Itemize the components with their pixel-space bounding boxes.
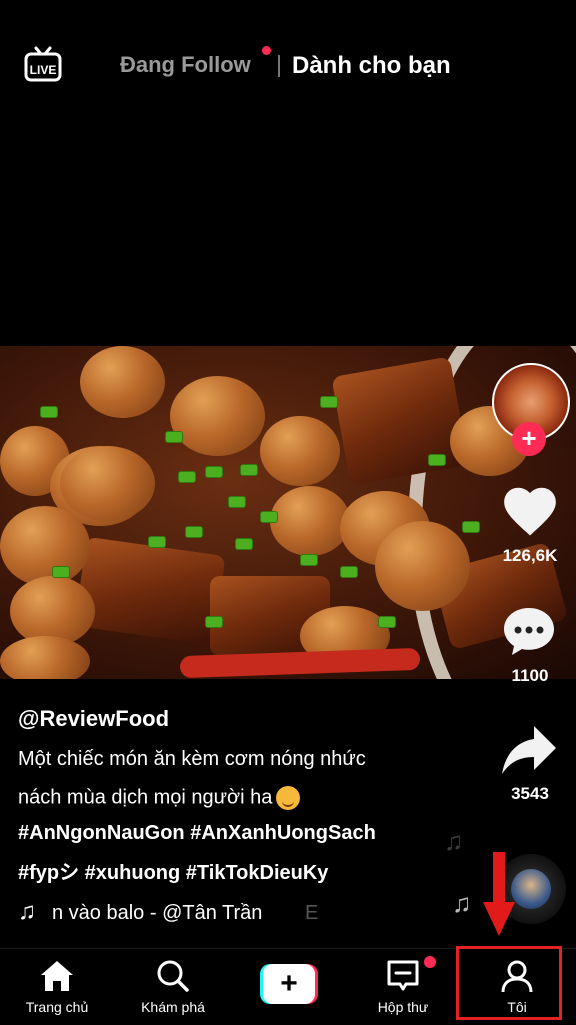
music-note-icon: ♫ bbox=[18, 898, 36, 925]
food-piece bbox=[378, 616, 396, 628]
hashtags[interactable]: #fypシ #xuhuong #TikTokDieuKy bbox=[18, 856, 328, 885]
food-piece bbox=[228, 496, 246, 508]
tab-for-you[interactable]: Dành cho bạn bbox=[292, 52, 451, 80]
food-piece bbox=[300, 554, 318, 566]
author-username[interactable]: @ReviewFood bbox=[18, 706, 169, 732]
annotation-arrow-icon bbox=[483, 902, 515, 936]
comment-count: 1100 bbox=[511, 666, 549, 685]
food-piece bbox=[170, 376, 265, 456]
food-piece bbox=[260, 511, 278, 523]
nav-discover[interactable]: Khám phá bbox=[130, 949, 216, 1025]
food-piece bbox=[235, 538, 253, 550]
live-label: LIVE bbox=[30, 63, 57, 77]
smiling-face-emoji-icon bbox=[276, 786, 301, 810]
tab-following[interactable]: Đang Follow bbox=[120, 52, 251, 78]
create-button[interactable]: + bbox=[260, 964, 318, 1004]
heart-icon[interactable] bbox=[499, 480, 561, 542]
search-icon bbox=[156, 959, 190, 998]
food-piece bbox=[205, 616, 223, 628]
caption-text-line2: nách mùa dịch mọi người ha bbox=[18, 786, 301, 810]
caption-text: Một chiếc món ăn kèm cơm nóng nhức bbox=[18, 748, 366, 770]
tab-divider bbox=[278, 55, 280, 77]
inbox-icon bbox=[386, 959, 420, 998]
food-piece bbox=[185, 526, 203, 538]
follow-button[interactable]: + bbox=[512, 422, 546, 456]
food-piece bbox=[60, 446, 155, 521]
nav-home-label: Trang chủ bbox=[25, 999, 89, 1015]
food-piece bbox=[240, 464, 258, 476]
hashtags[interactable]: #AnNgonNauGon #AnXanhUongSach bbox=[18, 822, 376, 845]
food-piece bbox=[148, 536, 166, 548]
nav-discover-label: Khám phá bbox=[141, 999, 205, 1015]
home-icon bbox=[39, 959, 75, 998]
food-piece bbox=[74, 536, 226, 646]
music-title[interactable]: n vào balo - @Tân Trần bbox=[52, 902, 262, 925]
food-piece bbox=[462, 521, 480, 533]
food-piece bbox=[331, 356, 469, 486]
music-title-overflow: E bbox=[305, 902, 319, 924]
like-count: 126,6K bbox=[502, 546, 558, 565]
food-piece bbox=[270, 486, 350, 556]
food-piece bbox=[205, 466, 223, 478]
food-piece bbox=[375, 521, 470, 611]
food-piece bbox=[428, 454, 446, 466]
food-piece bbox=[0, 506, 90, 586]
plus-icon: + bbox=[263, 964, 315, 1004]
comment-icon[interactable] bbox=[501, 604, 557, 660]
food-piece bbox=[260, 416, 340, 486]
share-icon[interactable] bbox=[500, 724, 558, 778]
food-piece bbox=[165, 431, 183, 443]
food-piece bbox=[40, 406, 58, 418]
following-notification-dot bbox=[262, 46, 271, 55]
food-piece bbox=[52, 566, 70, 578]
food-piece bbox=[0, 636, 90, 679]
music-note-icon: ♫ bbox=[444, 826, 464, 856]
food-piece bbox=[340, 566, 358, 578]
music-disc-cover bbox=[511, 869, 551, 909]
music-note-icon: ♫ bbox=[452, 888, 472, 918]
food-piece bbox=[320, 396, 338, 408]
video-player[interactable] bbox=[0, 346, 576, 679]
inbox-notification-dot bbox=[424, 956, 436, 968]
food-piece bbox=[178, 471, 196, 483]
caption-text: nách mùa dịch mọi người ha bbox=[18, 786, 273, 809]
live-icon[interactable]: LIVE bbox=[24, 46, 62, 84]
nav-home[interactable]: Trang chủ bbox=[14, 949, 100, 1025]
food-piece bbox=[80, 346, 165, 418]
annotation-arrow-shaft bbox=[493, 852, 505, 904]
nav-inbox-label: Hộp thư bbox=[377, 999, 429, 1015]
share-count: 3543 bbox=[511, 784, 549, 803]
highlight-box bbox=[456, 946, 562, 1020]
